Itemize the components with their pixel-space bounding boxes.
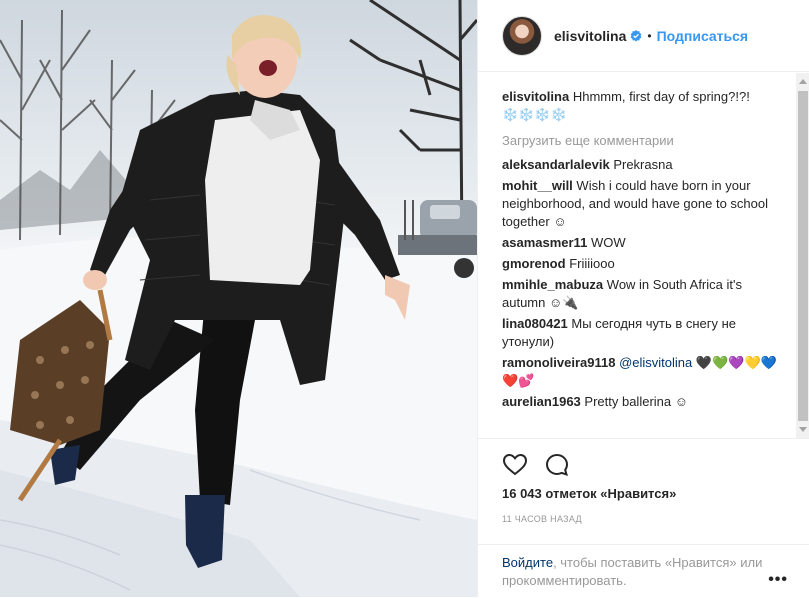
comment-item: mmihle_mabuza Wow in South Africa it's a… — [502, 276, 787, 312]
comment-mention[interactable]: @elisvitolina — [619, 355, 692, 370]
comment-username[interactable]: ramonoliveira9118 — [502, 355, 615, 370]
post-timestamp[interactable]: 11 часов назад — [502, 514, 786, 524]
instagram-post: elisvitolina • Подписаться elisvitolina … — [0, 0, 809, 597]
comment-item: lina080421 Мы сегодня чуть в снегу не ут… — [502, 315, 787, 351]
post-photo[interactable] — [0, 0, 477, 597]
login-prompt: Войдите, чтобы поставить «Нравится» или … — [478, 544, 809, 598]
likes-count[interactable]: 16 043 отметок «Нравится» — [502, 485, 786, 503]
comment-username[interactable]: mmihle_mabuza — [502, 277, 603, 292]
comment-item: gmorenod Friiiiooo — [502, 255, 787, 273]
comment-text: Prekrasna — [613, 157, 673, 172]
caption-username[interactable]: elisvitolina — [502, 89, 569, 104]
verified-badge-icon — [630, 29, 642, 42]
more-options-icon[interactable]: ••• — [768, 571, 788, 589]
load-more-comments-button[interactable]: Загрузить еще комментарии — [502, 132, 796, 150]
comments-list: elisvitolina Hhmmm, first day of spring?… — [478, 73, 796, 438]
comment-item: ramonoliveira9118 @elisvitolina 🖤💚💜💛💙❤️💕 — [502, 354, 787, 390]
comment-item: aurelian1963 Pretty ballerina ☺ — [502, 393, 787, 411]
scroll-up-arrow-icon[interactable] — [799, 79, 807, 84]
post-side-panel: elisvitolina • Подписаться elisvitolina … — [477, 0, 809, 597]
comment-text: Friiiiooo — [569, 256, 615, 271]
login-prompt-text: Войдите, чтобы поставить «Нравится» или … — [502, 554, 772, 590]
scroll-down-arrow-icon[interactable] — [799, 427, 807, 432]
comment-text: Pretty ballerina ☺ — [584, 394, 688, 409]
comment-username[interactable]: asamasmer11 — [502, 235, 587, 250]
comment-username[interactable]: gmorenod — [502, 256, 566, 271]
action-icons — [502, 439, 786, 491]
comment-username[interactable]: aurelian1963 — [502, 394, 581, 409]
separator-dot: • — [647, 28, 652, 43]
caption: elisvitolina Hhmmm, first day of spring?… — [502, 88, 787, 124]
post-header: elisvitolina • Подписаться — [478, 0, 809, 72]
scrollbar-thumb[interactable] — [798, 91, 808, 421]
avatar[interactable] — [502, 15, 542, 56]
comment-text: WOW — [590, 235, 626, 250]
comment-username[interactable]: mohit__will — [502, 178, 573, 193]
post-actions: 16 043 отметок «Нравится» 11 часов назад… — [478, 438, 809, 597]
heart-icon[interactable] — [502, 452, 528, 478]
comment-item: mohit__will Wish i could have born in yo… — [502, 177, 787, 231]
comment-item: asamasmer11 WOW — [502, 234, 787, 252]
login-link[interactable]: Войдите — [502, 555, 553, 570]
comment-item: aleksandarlalevik Prekrasna — [502, 156, 787, 174]
header-username[interactable]: elisvitolina — [554, 28, 626, 44]
photo-illustration — [0, 0, 477, 597]
follow-button[interactable]: Подписаться — [657, 28, 749, 44]
comment-bubble-icon[interactable] — [544, 452, 570, 478]
comment-username[interactable]: aleksandarlalevik — [502, 157, 610, 172]
comments-scrollbar[interactable] — [796, 73, 809, 438]
comment-username[interactable]: lina080421 — [502, 316, 568, 331]
